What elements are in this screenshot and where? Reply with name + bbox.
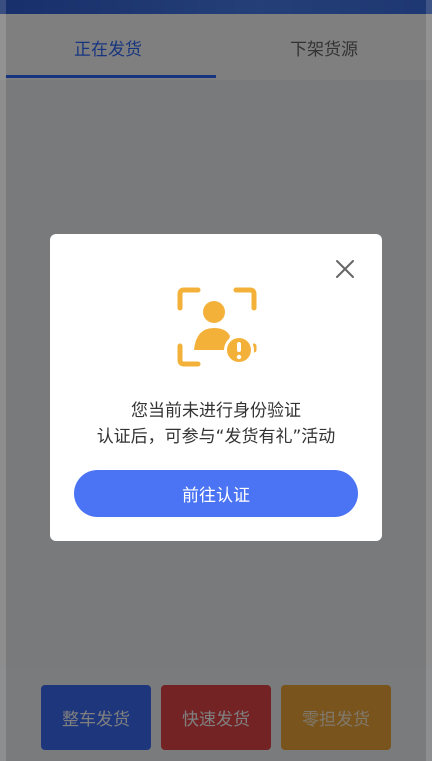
verification-modal: 您当前未进行身份验证 认证后，可参与“发货有礼”活动 前往认证 (50, 234, 382, 541)
app-screen: 正在发货 下架货源 整车发货 快速发货 零担发货 (0, 0, 432, 761)
go-verify-button[interactable]: 前往认证 (74, 470, 358, 517)
message-line-1: 您当前未进行身份验证 (131, 401, 301, 421)
edge-right (426, 0, 432, 761)
message-line-2: 认证后，可参与“发货有礼”活动 (96, 427, 336, 447)
edge-left (0, 0, 6, 761)
close-icon[interactable] (334, 258, 356, 280)
verification-message: 您当前未进行身份验证 认证后，可参与“发货有礼”活动 (50, 398, 382, 450)
identity-warning-icon (174, 284, 260, 370)
